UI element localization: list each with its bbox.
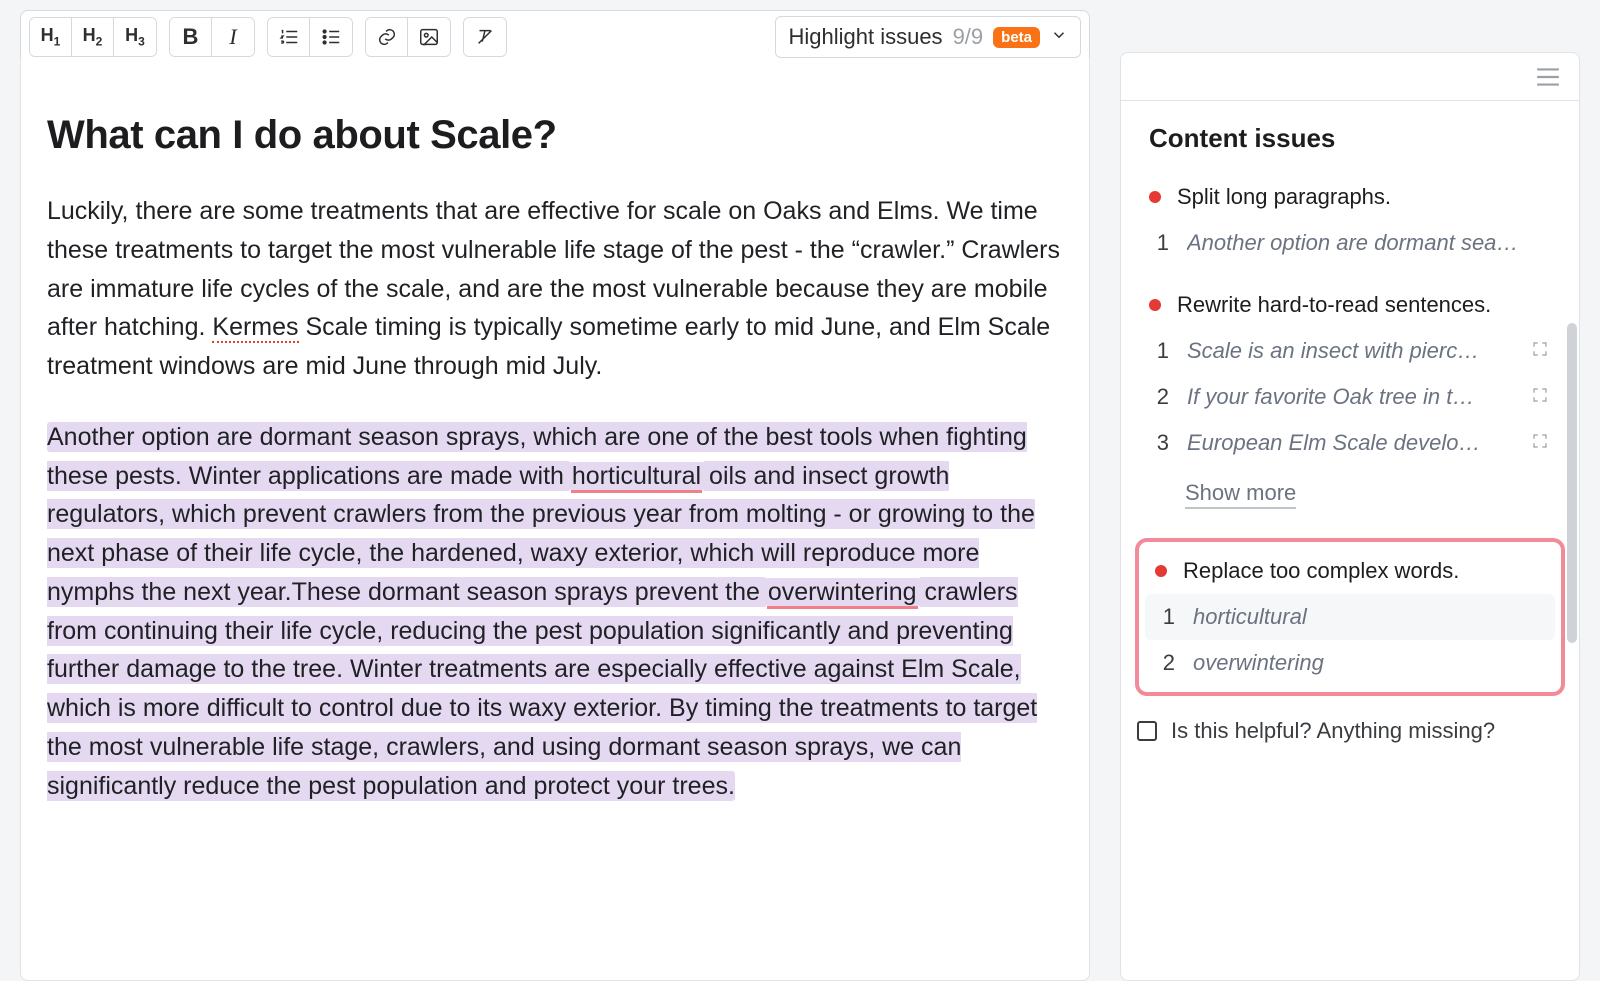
highlight-issues-toggle[interactable]: Highlight issues 9/9 beta: [775, 16, 1081, 58]
severity-dot-icon: [1155, 565, 1167, 577]
editor-toolbar: H1 H2 H3 B I: [20, 10, 1090, 64]
show-more-link[interactable]: Show more: [1139, 466, 1561, 516]
italic-button[interactable]: I: [212, 18, 254, 56]
complex-word-2[interactable]: overwintering: [767, 578, 918, 609]
severity-dot-icon: [1149, 191, 1161, 203]
feedback-prompt[interactable]: Is this helpful? Anything missing?: [1121, 714, 1579, 744]
expand-icon[interactable]: [1531, 338, 1549, 364]
scrollbar[interactable]: [1567, 123, 1577, 966]
sidebar-column: Content issues Split long paragraphs. 1 …: [1120, 10, 1580, 981]
editor-column: H1 H2 H3 B I: [20, 10, 1090, 981]
issue-item[interactable]: 3 European Elm Scale develo…: [1139, 420, 1561, 466]
issue-item[interactable]: 1 Scale is an insect with pierc…: [1139, 328, 1561, 374]
hl-segment: crawlers from continuing their life cycl…: [47, 577, 1037, 801]
issue-item[interactable]: 2 If your favorite Oak tree in t…: [1139, 374, 1561, 420]
issue-heading[interactable]: Replace too complex words.: [1145, 548, 1555, 594]
style-group: B I: [169, 17, 255, 57]
issue-heading-label: Replace too complex words.: [1183, 558, 1459, 584]
heading-group: H1 H2 H3: [29, 17, 157, 57]
panel-title: Content issues: [1121, 101, 1579, 166]
highlight-issues-count: 9/9: [953, 24, 984, 50]
image-icon: [418, 26, 440, 48]
paragraph-1: Luckily, there are some treatments that …: [47, 192, 1063, 386]
bold-button[interactable]: B: [170, 18, 212, 56]
complex-word-1[interactable]: horticultural: [571, 462, 702, 493]
menu-icon[interactable]: [1535, 67, 1561, 92]
issue-item[interactable]: 1 Another option are dormant sea…: [1139, 220, 1561, 266]
unordered-list-button[interactable]: [310, 18, 352, 56]
link-button[interactable]: [366, 18, 408, 56]
expand-icon[interactable]: [1531, 384, 1549, 410]
issue-item[interactable]: 2 overwintering: [1145, 640, 1555, 686]
issue-snippet: Another option are dormant sea…: [1187, 230, 1549, 256]
issue-heading[interactable]: Split long paragraphs.: [1139, 174, 1561, 220]
link-icon: [376, 26, 398, 48]
issue-heading-label: Rewrite hard-to-read sentences.: [1177, 292, 1491, 318]
doc-title: What can I do about Scale?: [47, 104, 1063, 166]
issue-index: 1: [1157, 604, 1175, 630]
clear-format-icon: [474, 26, 496, 48]
app-root: H1 H2 H3 B I: [20, 10, 1580, 981]
panel-header: [1121, 53, 1579, 100]
h1-button[interactable]: H1: [30, 18, 72, 56]
issue-group-complex-highlighted: Replace too complex words. 1 horticultur…: [1135, 538, 1565, 696]
h3-button[interactable]: H3: [114, 18, 156, 56]
issue-index: 2: [1157, 650, 1175, 676]
insert-group: [365, 17, 451, 57]
issue-index: 1: [1151, 338, 1169, 364]
expand-icon[interactable]: [1531, 430, 1549, 456]
issue-snippet: overwintering: [1193, 650, 1543, 676]
ordered-list-icon: [278, 26, 300, 48]
feedback-text: Is this helpful? Anything missing?: [1171, 718, 1495, 744]
issue-index: 2: [1151, 384, 1169, 410]
highlight-issues-label: Highlight issues: [788, 24, 942, 50]
issue-snippet: Scale is an insect with pierc…: [1187, 338, 1513, 364]
issue-heading-label: Split long paragraphs.: [1177, 184, 1391, 210]
editor-body[interactable]: What can I do about Scale? Luckily, ther…: [20, 58, 1090, 981]
beta-badge: beta: [993, 27, 1040, 48]
image-button[interactable]: [408, 18, 450, 56]
paragraph-2: Another option are dormant season sprays…: [47, 418, 1063, 806]
issue-group-split: Split long paragraphs. 1 Another option …: [1121, 166, 1579, 274]
h2-button[interactable]: H2: [72, 18, 114, 56]
scrollbar-thumb[interactable]: [1567, 323, 1577, 643]
issue-index: 1: [1151, 230, 1169, 256]
issue-snippet: If your favorite Oak tree in t…: [1187, 384, 1513, 410]
spelling-flag[interactable]: Kermes: [212, 313, 298, 343]
issue-group-rewrite: Rewrite hard-to-read sentences. 1 Scale …: [1121, 274, 1579, 524]
checkbox-icon[interactable]: [1137, 721, 1157, 741]
clear-group: [463, 17, 507, 57]
chevron-down-icon: [1050, 26, 1068, 49]
unordered-list-icon: [320, 26, 342, 48]
issue-snippet: European Elm Scale develo…: [1187, 430, 1513, 456]
issue-index: 3: [1151, 430, 1169, 456]
issue-snippet: horticultural: [1193, 604, 1543, 630]
severity-dot-icon: [1149, 299, 1161, 311]
issue-heading[interactable]: Rewrite hard-to-read sentences.: [1139, 282, 1561, 328]
clear-format-button[interactable]: [464, 18, 506, 56]
ordered-list-button[interactable]: [268, 18, 310, 56]
content-issues-panel: Content issues Split long paragraphs. 1 …: [1120, 52, 1580, 981]
issue-item[interactable]: 1 horticultural: [1145, 594, 1555, 640]
list-group: [267, 17, 353, 57]
